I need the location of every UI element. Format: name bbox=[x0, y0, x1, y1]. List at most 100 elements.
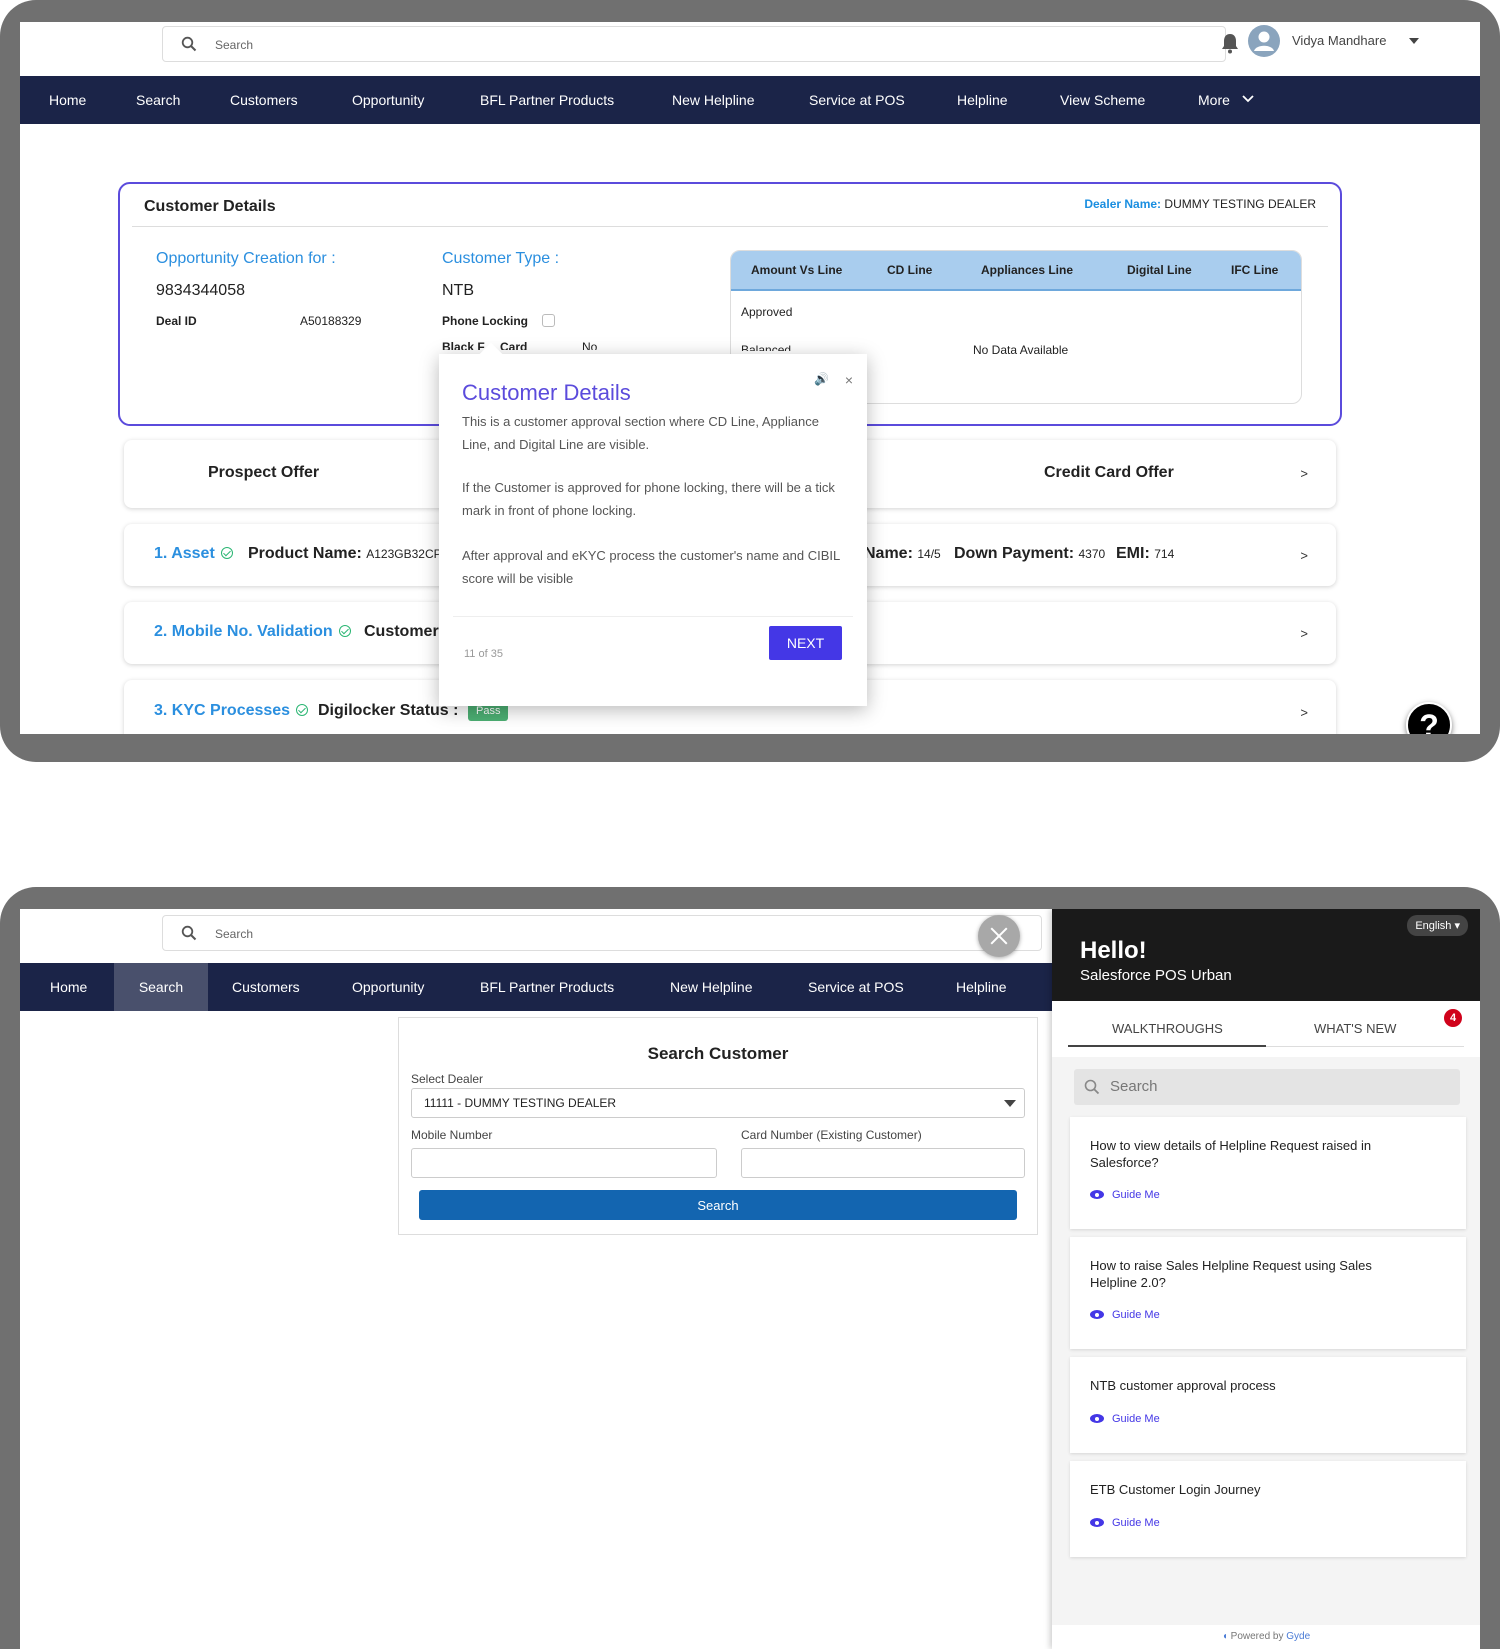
no-data-text: No Data Available bbox=[973, 343, 1069, 357]
nav-opportunity[interactable]: Opportunity bbox=[352, 76, 424, 124]
nav-home[interactable]: Home bbox=[50, 963, 87, 1011]
emi-label: EMI: bbox=[1116, 545, 1150, 562]
language-dropdown[interactable]: English ▾ bbox=[1407, 915, 1468, 936]
mobile-validation-label-text: 2. Mobile No. Validation bbox=[154, 623, 333, 640]
walkthrough-item[interactable]: How to raise Sales Helpline Request usin… bbox=[1070, 1237, 1466, 1349]
bell-icon[interactable] bbox=[1220, 32, 1240, 54]
guide-me-link[interactable]: Guide Me bbox=[1090, 1517, 1160, 1529]
panel-greeting: Hello! bbox=[1080, 937, 1147, 964]
tab-whats-new[interactable]: WHAT'S NEW bbox=[1314, 1021, 1396, 1036]
customer-details-title: Customer Details bbox=[144, 198, 276, 215]
gyde-logo-icon: ◖ bbox=[1221, 1631, 1228, 1642]
digilocker-status-label: Digilocker Status : bbox=[318, 702, 459, 719]
nav-search[interactable]: Search bbox=[136, 76, 180, 124]
nav-service-at-pos[interactable]: Service at POS bbox=[808, 963, 904, 1011]
user-name[interactable]: Vidya Mandhare bbox=[1292, 33, 1386, 48]
dealer-select-value: 11111 - DUMMY TESTING DEALER bbox=[424, 1096, 617, 1110]
search-customer-card: Search Customer Select Dealer 11111 - DU… bbox=[398, 1017, 1038, 1235]
kyc-label-text: 3. KYC Processes bbox=[154, 702, 291, 719]
tooltip-paragraph-3: After approval and eKYC process the cust… bbox=[462, 548, 840, 586]
top-header: Search Vidya Mandhare bbox=[20, 22, 1480, 76]
card-number-input[interactable] bbox=[741, 1148, 1025, 1178]
walkthrough-search[interactable]: Search bbox=[1074, 1069, 1460, 1105]
nav-bfl-partner-products[interactable]: BFL Partner Products bbox=[480, 76, 614, 124]
prospect-offer[interactable]: Prospect Offer bbox=[208, 464, 319, 482]
walkthrough-title: NTB customer approval process bbox=[1090, 1378, 1276, 1393]
phone-locking-label: Phone Locking bbox=[442, 314, 529, 328]
scheme-name-value: 14/5 bbox=[917, 547, 941, 561]
chevron-right-icon[interactable]: > bbox=[1300, 466, 1308, 481]
eye-icon bbox=[1090, 1518, 1104, 1527]
eye-icon bbox=[1090, 1190, 1104, 1199]
chevron-right-icon[interactable]: > bbox=[1300, 626, 1308, 641]
dealer-name: Dealer Name: DUMMY TESTING DEALER bbox=[1084, 197, 1316, 211]
help-button[interactable]: ? bbox=[1406, 702, 1452, 734]
emi-value: 714 bbox=[1154, 547, 1175, 561]
eye-icon bbox=[1090, 1310, 1104, 1319]
nav-view-scheme[interactable]: View Scheme bbox=[1060, 76, 1145, 124]
chevron-down-icon[interactable] bbox=[1242, 95, 1254, 103]
guide-me-text: Guide Me bbox=[1112, 1517, 1160, 1529]
walkthrough-item[interactable]: NTB customer approval process Guide Me bbox=[1070, 1357, 1466, 1453]
dealer-select[interactable]: 11111 - DUMMY TESTING DEALER bbox=[411, 1088, 1025, 1118]
nav-opportunity[interactable]: Opportunity bbox=[352, 963, 424, 1011]
powered-by-brand[interactable]: Gyde bbox=[1286, 1631, 1310, 1642]
search-customer-title: Search Customer bbox=[647, 1044, 789, 1063]
speaker-icon[interactable]: 🔊 bbox=[814, 372, 829, 386]
notification-badge: 4 bbox=[1444, 1009, 1462, 1027]
down-payment-label: Down Payment: bbox=[954, 545, 1075, 562]
black-card-label: Black F bbox=[442, 340, 485, 350]
step-counter: 11 of 35 bbox=[464, 648, 503, 660]
nav-search[interactable]: Search bbox=[114, 963, 208, 1011]
active-tab-indicator bbox=[1068, 1045, 1266, 1047]
phone-locking-checkbox[interactable] bbox=[542, 314, 555, 327]
avatar[interactable] bbox=[1248, 25, 1280, 57]
global-search[interactable]: Search bbox=[162, 26, 1226, 62]
next-button[interactable]: NEXT bbox=[769, 626, 842, 660]
row-approved: Approved bbox=[741, 305, 793, 319]
powered-by-label: Powered by bbox=[1230, 1631, 1284, 1642]
guide-me-text: Guide Me bbox=[1112, 1413, 1160, 1425]
walkthrough-item[interactable]: How to view details of Helpline Request … bbox=[1070, 1117, 1466, 1229]
product-name-label: Product Name: bbox=[248, 545, 362, 562]
mobile-number-input[interactable] bbox=[411, 1148, 717, 1178]
nav-new-helpline[interactable]: New Helpline bbox=[672, 76, 754, 124]
nav-helpline[interactable]: Helpline bbox=[957, 76, 1008, 124]
black-card-label-2: Card bbox=[500, 340, 528, 350]
credit-card-offer[interactable]: Credit Card Offer bbox=[1044, 464, 1174, 482]
dealer-name-label: Dealer Name: bbox=[1084, 197, 1162, 211]
walkthrough-item[interactable]: ETB Customer Login Journey Guide Me bbox=[1070, 1461, 1466, 1557]
customer-type-label: Customer Type : bbox=[442, 250, 560, 267]
tab-walkthroughs[interactable]: WALKTHROUGHS bbox=[1112, 1021, 1223, 1036]
guide-me-link[interactable]: Guide Me bbox=[1090, 1413, 1160, 1425]
global-search[interactable]: Search bbox=[162, 915, 1042, 951]
chevron-right-icon[interactable]: > bbox=[1300, 548, 1308, 563]
search-icon bbox=[181, 925, 197, 941]
guide-me-link[interactable]: Guide Me bbox=[1090, 1309, 1160, 1321]
close-icon[interactable]: × bbox=[845, 372, 853, 388]
chevron-right-icon[interactable]: > bbox=[1300, 705, 1308, 720]
nav-customers[interactable]: Customers bbox=[232, 963, 300, 1011]
search-placeholder: Search bbox=[215, 38, 254, 52]
search-icon bbox=[181, 36, 197, 52]
nav-more[interactable]: More bbox=[1198, 76, 1230, 124]
nav-service-at-pos[interactable]: Service at POS bbox=[809, 76, 905, 124]
check-circle-icon bbox=[296, 704, 309, 716]
nav-new-helpline[interactable]: New Helpline bbox=[670, 963, 752, 1011]
tooltip-paragraph-1: This is a customer approval section wher… bbox=[462, 414, 819, 452]
nav-bfl-partner-products[interactable]: BFL Partner Products bbox=[480, 963, 614, 1011]
app-screen-1: Search Vidya Mandhare Home Search Custom… bbox=[20, 22, 1480, 734]
black-card-value: No bbox=[582, 340, 598, 350]
check-circle-icon bbox=[220, 547, 233, 559]
close-panel-button[interactable] bbox=[978, 915, 1020, 957]
walkthrough-title: How to raise Sales Helpline Request usin… bbox=[1090, 1258, 1372, 1290]
guide-me-text: Guide Me bbox=[1112, 1309, 1160, 1321]
search-button[interactable]: Search bbox=[419, 1190, 1017, 1220]
nav-helpline[interactable]: Helpline bbox=[956, 963, 1007, 1011]
opportunity-label: Opportunity Creation for : bbox=[156, 250, 336, 267]
chevron-down-icon[interactable] bbox=[1409, 38, 1419, 45]
nav-customers[interactable]: Customers bbox=[230, 76, 298, 124]
nav-home[interactable]: Home bbox=[49, 76, 86, 124]
guide-me-link[interactable]: Guide Me bbox=[1090, 1189, 1160, 1201]
scheme-name: Name: 14/5 bbox=[864, 545, 941, 563]
